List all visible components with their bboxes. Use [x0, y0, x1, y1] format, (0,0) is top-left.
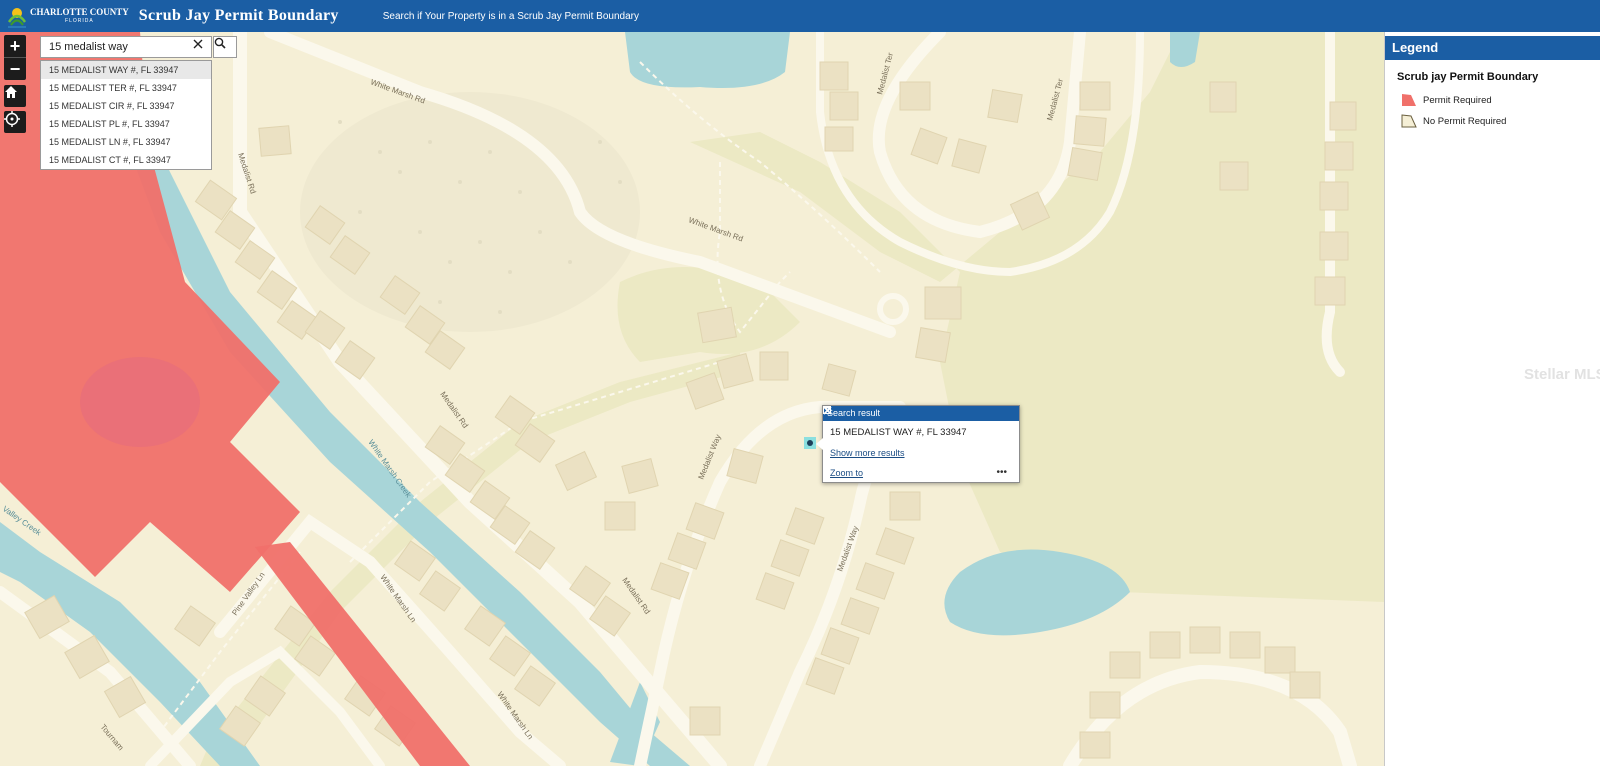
- locate-button[interactable]: [4, 111, 26, 133]
- search-widget: [40, 36, 212, 58]
- home-button[interactable]: [4, 85, 26, 107]
- clear-search-button[interactable]: [193, 39, 209, 55]
- legend-item-label: No Permit Required: [1423, 115, 1507, 127]
- popup-pointer: [816, 438, 823, 450]
- close-icon: [193, 39, 203, 49]
- search-icon: [214, 37, 226, 49]
- suggestion-item[interactable]: 15 MEDALIST PL #, FL 33947: [41, 115, 211, 133]
- logo-county-name: CHARLOTTE COUNTY: [30, 7, 129, 17]
- app-header: CHARLOTTE COUNTY FLORIDA Scrub Jay Permi…: [0, 0, 1600, 33]
- location-marker[interactable]: [804, 437, 816, 449]
- show-more-results-link[interactable]: Show more results: [830, 448, 905, 458]
- popup-result-address: 15 MEDALIST WAY #, FL 33947: [830, 427, 967, 438]
- search-result-popup: Search result 15 MEDALIST WAY #, FL 3394…: [816, 405, 1020, 483]
- watermark: Stellar MLS: [1524, 366, 1600, 383]
- suggestion-item[interactable]: 15 MEDALIST TER #, FL 33947: [41, 79, 211, 97]
- popup-title: Search result: [827, 408, 881, 418]
- popup-header: Search result: [823, 406, 1019, 421]
- suggestion-item[interactable]: 15 MEDALIST CIR #, FL 33947: [41, 97, 211, 115]
- suggestion-item[interactable]: 15 MEDALIST CT #, FL 33947: [41, 151, 211, 169]
- permit-required-swatch: [1402, 94, 1416, 106]
- search-suggestions: 15 MEDALIST WAY #, FL 33947 15 MEDALIST …: [40, 60, 212, 170]
- close-icon[interactable]: [823, 406, 832, 415]
- app-title: Scrub Jay Permit Boundary: [138, 7, 339, 24]
- legend-item-no-permit-required: No Permit Required: [1401, 114, 1600, 128]
- legend-item-permit-required: Permit Required: [1401, 93, 1600, 107]
- legend-layer-title: Scrub jay Permit Boundary: [1397, 71, 1539, 83]
- locate-icon: [4, 111, 20, 127]
- sun-palm-icon: [7, 8, 27, 28]
- charlotte-county-logo: CHARLOTTE COUNTY FLORIDA: [6, 2, 129, 30]
- map-view[interactable]: White Marsh Rd White Marsh Rd Medalist R…: [0, 32, 1384, 766]
- legend-panel: Legend Scrub jay Permit Boundary Permit …: [1384, 32, 1600, 766]
- logo-state-name: FLORIDA: [65, 18, 94, 24]
- marsh-area: [300, 92, 640, 332]
- suggestion-item[interactable]: 15 MEDALIST LN #, FL 33947: [41, 133, 211, 151]
- zoom-out-button[interactable]: −: [4, 57, 26, 80]
- legend-title: Legend: [1385, 36, 1600, 60]
- zoom-in-button[interactable]: +: [4, 35, 26, 57]
- suggestion-item[interactable]: 15 MEDALIST WAY #, FL 33947: [41, 61, 211, 79]
- legend-item-label: Permit Required: [1423, 94, 1492, 106]
- home-icon: [5, 86, 17, 98]
- app-subtitle: Search if Your Property is in a Scrub Ja…: [382, 10, 639, 22]
- more-options-icon[interactable]: •••: [996, 467, 1007, 478]
- search-button[interactable]: [213, 36, 237, 58]
- zoom-control: + −: [4, 35, 26, 80]
- zoom-to-link[interactable]: Zoom to: [830, 468, 863, 478]
- search-input[interactable]: [41, 37, 189, 57]
- no-permit-required-swatch: [1401, 114, 1417, 128]
